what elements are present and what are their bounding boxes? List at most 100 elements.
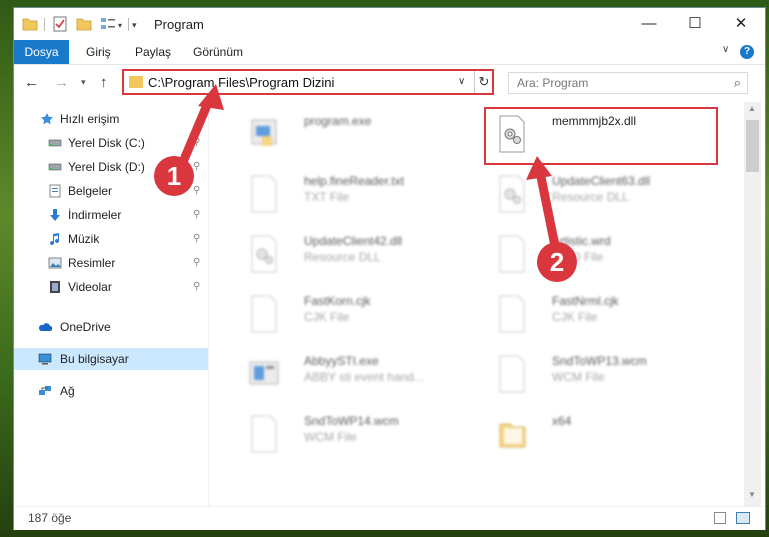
- documents-icon: [49, 184, 61, 198]
- callout-badge: 1: [154, 156, 194, 196]
- sidebar-item-network[interactable]: Ağ: [14, 380, 208, 402]
- file-item-updateclient63[interactable]: UpdateClient63.dll Resource DLL: [482, 168, 727, 224]
- file-item-sndtowp14[interactable]: SndToWP14.wcm WCM File: [234, 408, 479, 464]
- scroll-thumb[interactable]: [746, 120, 759, 172]
- sidebar-item-this-pc[interactable]: Bu bilgisayar: [14, 348, 208, 370]
- file-name: AbbyySTI.exe: [304, 354, 379, 368]
- file-name: program.exe: [304, 114, 372, 128]
- folder-item-x64[interactable]: x64: [482, 408, 727, 464]
- network-icon: [39, 386, 51, 395]
- up-button[interactable]: ↑: [100, 74, 108, 91]
- file-item-program-exe[interactable]: program.exe: [234, 108, 479, 164]
- pin-icon[interactable]: ⚲: [193, 180, 200, 202]
- file-item-artistic-wrd[interactable]: Artistic.wrd WRD File: [482, 228, 727, 284]
- customize-toolbar-icon[interactable]: ▾: [132, 20, 137, 31]
- file-type: CJK File: [304, 310, 350, 324]
- file-name: help.fineReader.txt: [304, 174, 405, 188]
- scroll-up-icon[interactable]: ▲: [748, 104, 756, 113]
- file-name: FastNrml.cjk: [552, 294, 619, 308]
- folder-icon: [499, 423, 526, 448]
- file-type: WCM File: [552, 370, 605, 384]
- sidebar-item-label: OneDrive: [60, 320, 111, 334]
- callout-badge: 2: [537, 242, 577, 282]
- dll-gear-icon: [499, 175, 525, 213]
- chevron-down-icon[interactable]: ▾: [118, 21, 122, 30]
- file-item-fastkorn[interactable]: FastKorn.cjk CJK File: [234, 288, 479, 344]
- help-icon[interactable]: ?: [740, 45, 754, 59]
- close-button[interactable]: ✕: [718, 8, 764, 40]
- item-count: 187 öğe: [28, 511, 72, 525]
- pin-icon[interactable]: ⚲: [193, 132, 200, 154]
- file-item-sndtowp13[interactable]: SndToWP13.wcm WCM File: [482, 348, 727, 404]
- forward-button[interactable]: →: [54, 74, 69, 91]
- large-icons-view-icon[interactable]: [736, 512, 750, 524]
- file-type: CJK File: [552, 310, 598, 324]
- pin-icon[interactable]: ⚲: [193, 228, 200, 250]
- tab-home[interactable]: Giriş: [86, 40, 111, 64]
- back-button[interactable]: ←: [24, 74, 39, 91]
- properties-check-icon[interactable]: [52, 16, 68, 32]
- sidebar-item-videos[interactable]: Videolar ⚲: [14, 276, 208, 298]
- list-view-icon[interactable]: [100, 16, 116, 32]
- navigation-bar: ← → ▾ ↑ C:\Program Files\Program Dizini …: [14, 66, 765, 100]
- new-folder-icon[interactable]: [76, 16, 92, 32]
- toolbar-separator: [128, 18, 129, 31]
- sidebar-item-label: İndirmeler: [68, 208, 122, 222]
- sidebar-item-label: Belgeler: [68, 184, 113, 198]
- vertical-scrollbar[interactable]: ▲ ▼: [744, 102, 761, 506]
- sidebar-item-onedrive[interactable]: OneDrive: [14, 316, 208, 338]
- exe-icon: [249, 361, 279, 385]
- scroll-down-icon[interactable]: ▼: [748, 490, 756, 499]
- file-type: TXT File: [304, 190, 350, 204]
- highlight-box: [484, 107, 718, 165]
- sidebar-item-quick-access[interactable]: Hızlı erişim: [14, 108, 208, 130]
- address-dropdown-icon[interactable]: ∨: [458, 76, 465, 87]
- address-bar[interactable]: C:\Program Files\Program Dizini ∨ ↻: [122, 69, 494, 95]
- pin-icon[interactable]: ⚲: [193, 156, 200, 178]
- maximize-button[interactable]: ☐: [672, 8, 718, 40]
- onedrive-icon: [39, 323, 52, 331]
- document-icon: [251, 175, 277, 213]
- file-item-abbyysti[interactable]: AbbyySTI.exe ABBY sti event hand...: [234, 348, 479, 404]
- pin-icon[interactable]: ⚲: [193, 204, 200, 226]
- dll-gear-icon: [251, 235, 277, 273]
- sidebar-item-label: Müzik: [68, 232, 100, 246]
- pin-icon[interactable]: ⚲: [193, 252, 200, 274]
- sidebar-item-pictures[interactable]: Resimler ⚲: [14, 252, 208, 274]
- title-bar: ▾ ▾ Program — ☐ ✕: [14, 8, 765, 40]
- file-item-help-finereader[interactable]: help.fineReader.txt TXT File: [234, 168, 479, 224]
- drive-icon: [48, 139, 62, 147]
- file-type: WCM File: [304, 430, 357, 444]
- document-icon: [251, 295, 277, 333]
- sidebar-item-label: Yerel Disk (C:): [68, 136, 145, 150]
- address-path[interactable]: C:\Program Files\Program Dizini: [148, 75, 334, 90]
- sidebar-item-local-disk-c[interactable]: Yerel Disk (C:) ⚲: [14, 132, 208, 154]
- expand-ribbon-icon[interactable]: ∨: [722, 44, 729, 55]
- file-type: Resource DLL: [304, 250, 381, 264]
- tab-share[interactable]: Paylaş: [135, 40, 171, 64]
- download-icon: [50, 209, 60, 221]
- refresh-button[interactable]: ↻: [474, 71, 493, 93]
- document-icon: [499, 295, 525, 333]
- toolbar-separator: [44, 18, 45, 31]
- file-item-updateclient42[interactable]: UpdateClient42.dll Resource DLL: [234, 228, 479, 284]
- tab-file[interactable]: Dosya: [14, 40, 69, 64]
- sidebar-item-label: Ağ: [60, 384, 75, 398]
- sidebar-item-label: Bu bilgisayar: [60, 352, 129, 366]
- tab-view[interactable]: Görünüm: [193, 40, 243, 64]
- sidebar-item-label: Videolar: [68, 280, 112, 294]
- search-input[interactable]: Ara: Program ⌕: [508, 72, 748, 94]
- computer-icon: [38, 353, 52, 365]
- minimize-button[interactable]: —: [626, 8, 672, 40]
- sidebar-item-downloads[interactable]: İndirmeler ⚲: [14, 204, 208, 226]
- pin-icon[interactable]: ⚲: [193, 276, 200, 298]
- search-icon[interactable]: ⌕: [734, 75, 741, 91]
- details-view-icon[interactable]: [714, 512, 726, 524]
- file-type: Resource DLL: [552, 190, 629, 204]
- recent-locations-button[interactable]: ▾: [81, 77, 86, 88]
- ribbon-tabs: Dosya Giriş Paylaş Görünüm ∨ ?: [14, 40, 765, 65]
- sidebar-item-music[interactable]: Müzik ⚲: [14, 228, 208, 250]
- explorer-window: ▾ ▾ Program — ☐ ✕ Dosya Giriş Paylaş Gör…: [14, 8, 765, 530]
- sidebar-item-label: Hızlı erişim: [60, 112, 120, 126]
- file-item-fastnrml[interactable]: FastNrml.cjk CJK File: [482, 288, 727, 344]
